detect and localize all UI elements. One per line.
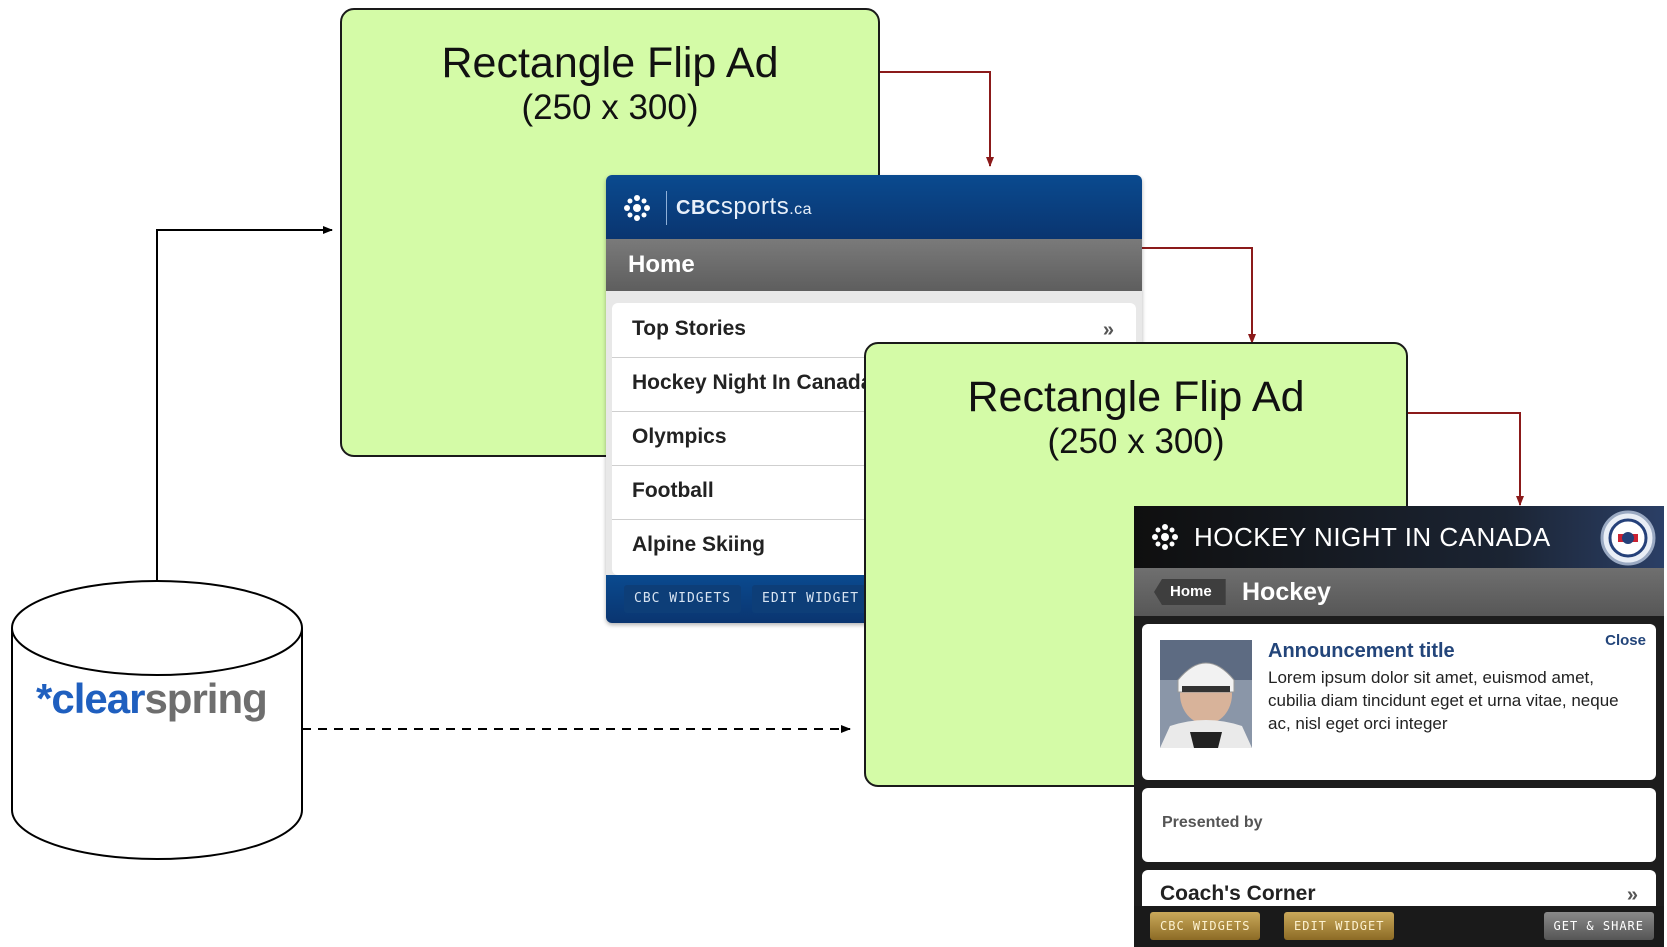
player-photo — [1160, 640, 1252, 748]
clearspring-logo: *clearspring — [36, 675, 268, 723]
hockey-night-widget: HOCKEY NIGHT IN CANADA Home Hockey Annou… — [1134, 506, 1664, 947]
cbc-gem-icon — [624, 195, 650, 221]
coaches-corner-label: Coach's Corner — [1160, 882, 1316, 905]
back-home-button[interactable]: Home — [1154, 579, 1226, 605]
arrow-ad-to-hnic — [1408, 412, 1524, 506]
cbc-gem-icon — [1152, 524, 1178, 550]
announcement-body: Lorem ipsum dolor sit amet, euismod amet… — [1268, 668, 1619, 733]
widget-header: HOCKEY NIGHT IN CANADA — [1134, 506, 1664, 568]
chevron-right-icon: » — [1626, 884, 1638, 906]
home-bar: Home — [606, 239, 1142, 291]
logo-asterisk: * — [36, 675, 52, 722]
presented-by-label: Presented by — [1162, 814, 1263, 831]
ad-title: Rectangle Flip Ad — [967, 373, 1305, 421]
home-title: Home — [628, 251, 695, 278]
widget-title: HOCKEY NIGHT IN CANADA — [1194, 522, 1551, 552]
sponsor-card: Presented by — [1142, 788, 1656, 862]
ad-size: (250 x 300) — [521, 88, 699, 127]
announcement-title: Announcement title — [1268, 640, 1455, 662]
hockey-night-badge-icon — [1600, 510, 1656, 566]
logo-clear: clear — [51, 675, 145, 722]
edit-widget-button[interactable]: EDIT WIDGET — [752, 585, 870, 613]
chevron-right-icon: » — [1102, 319, 1114, 341]
ad-title: Rectangle Flip Ad — [441, 39, 779, 87]
brand-wordmark: CBCsports.ca — [676, 193, 813, 220]
arrow-ad-to-cbc — [880, 71, 994, 167]
ad-size: (250 x 300) — [1047, 422, 1225, 461]
cbc-widgets-button[interactable]: CBC WIDGETS — [1150, 912, 1261, 940]
logo-divider — [666, 191, 667, 225]
nav-bar: Home Hockey — [1134, 568, 1664, 616]
announcement-card: Announcement title Close Lorem ipsum dol… — [1142, 624, 1656, 780]
arrow-db-to-ad — [156, 226, 333, 585]
section-title: Hockey — [1242, 578, 1331, 606]
edit-widget-button[interactable]: EDIT WIDGET — [1284, 912, 1395, 940]
get-and-share-button[interactable]: GET & SHARE — [1543, 912, 1654, 940]
widget-footer: CBC WIDGETS EDIT WIDGET GET & SHARE — [1134, 906, 1664, 947]
arrow-cbc-to-ad — [1142, 247, 1256, 344]
widget-header: CBCsports.ca — [606, 175, 1142, 239]
logo-spring: spring — [144, 675, 267, 722]
cbc-widgets-button[interactable]: CBC WIDGETS — [624, 585, 742, 613]
close-link[interactable]: Close — [1605, 632, 1646, 649]
